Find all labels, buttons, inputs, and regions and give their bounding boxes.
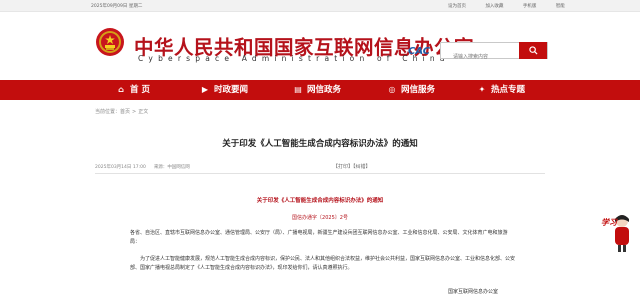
article-source: 中国网信网	[167, 165, 190, 170]
nav-item-label: 热点专题	[491, 85, 526, 95]
nav-item-home[interactable]: ⌂ 首 页	[116, 80, 150, 100]
flag-icon: ▶	[201, 85, 209, 94]
cac-logo: CAC	[408, 46, 431, 57]
article-date: 2025年03月14日 17:00	[95, 165, 146, 170]
national-emblem-icon	[96, 28, 124, 56]
nav-item-services[interactable]: ◎ 网信服务	[387, 80, 436, 100]
article-actions: 【打印】【纠错】	[333, 163, 371, 170]
study-badge[interactable]: 学习	[601, 213, 634, 253]
mobile-link[interactable]: 手机版	[523, 4, 537, 9]
signature: 国家互联网信息办公室	[448, 289, 499, 295]
nav-item-news[interactable]: ▶ 时政要闻	[200, 80, 248, 100]
nav-item-label: 首 页	[130, 85, 150, 95]
search-box	[440, 42, 548, 65]
smart-link[interactable]: 智能	[556, 4, 565, 9]
add-favorite-link[interactable]: 加入收藏	[485, 4, 503, 9]
nav-item-government[interactable]: ▤ 网信政务	[293, 80, 341, 100]
breadcrumb-label: 当前位置：	[95, 109, 121, 115]
breadcrumb-home[interactable]: 首页	[120, 109, 130, 115]
doc-icon: ▤	[294, 85, 302, 94]
top-links: 设为首页 加入收藏 手机版 智能	[448, 3, 583, 9]
home-icon: ⌂	[118, 85, 124, 94]
divider	[95, 173, 545, 174]
document-title: 关于印发《人工智能生成合成内容标识办法》的通知	[256, 198, 384, 204]
paragraph-body: 为了促进人工智能健康发展，规范人工智能生成合成内容标识，保护公民、法人和其他组织…	[130, 256, 516, 271]
article-meta: 2025年03月14日 17:00 来源：中国网信网	[95, 164, 198, 170]
hot-icon: ✦	[478, 85, 486, 94]
search-input[interactable]	[441, 49, 517, 65]
article-title: 关于印发《人工智能生成合成内容标识办法》的通知	[222, 139, 418, 149]
document-number: 国信办通字〔2025〕2号	[292, 215, 348, 221]
breadcrumb-separator: >	[132, 109, 137, 115]
print-link[interactable]: 【打印】	[333, 164, 353, 170]
nav-item-label: 网信服务	[401, 85, 436, 95]
paragraph-addressees: 各省、自治区、直辖市互联网信息办公室、通信管理局、公安厅（局）、广播电视局，新疆…	[130, 230, 508, 245]
nav-item-label: 网信政务	[307, 85, 342, 95]
correct-link[interactable]: 【纠错】	[353, 164, 371, 170]
search-button[interactable]	[519, 42, 547, 59]
site-subtitle: Cyberspace Administration of China	[138, 54, 450, 63]
study-badge-label: 学习	[601, 218, 617, 227]
search-icon	[528, 46, 538, 55]
nav-item-topics[interactable]: ✦ 热点专题	[477, 80, 525, 100]
main-nav: ⌂ 首 页 ▶ 时政要闻 ▤ 网信政务 ◎ 网信服务 ✦ 热点专题	[0, 80, 640, 100]
current-date: 2025年09月09日 星期二	[91, 4, 143, 9]
service-icon: ◎	[388, 85, 396, 94]
nav-item-label: 时政要闻	[214, 85, 249, 95]
article-source-label: 来源：	[153, 165, 168, 170]
breadcrumb-current: 正文	[138, 109, 149, 115]
breadcrumb: 当前位置：首页 > 正文	[95, 108, 148, 115]
top-bar: 2025年09月09日 星期二 设为首页 加入收藏 手机版 智能	[0, 0, 640, 12]
set-homepage-link[interactable]: 设为首页	[448, 4, 466, 9]
